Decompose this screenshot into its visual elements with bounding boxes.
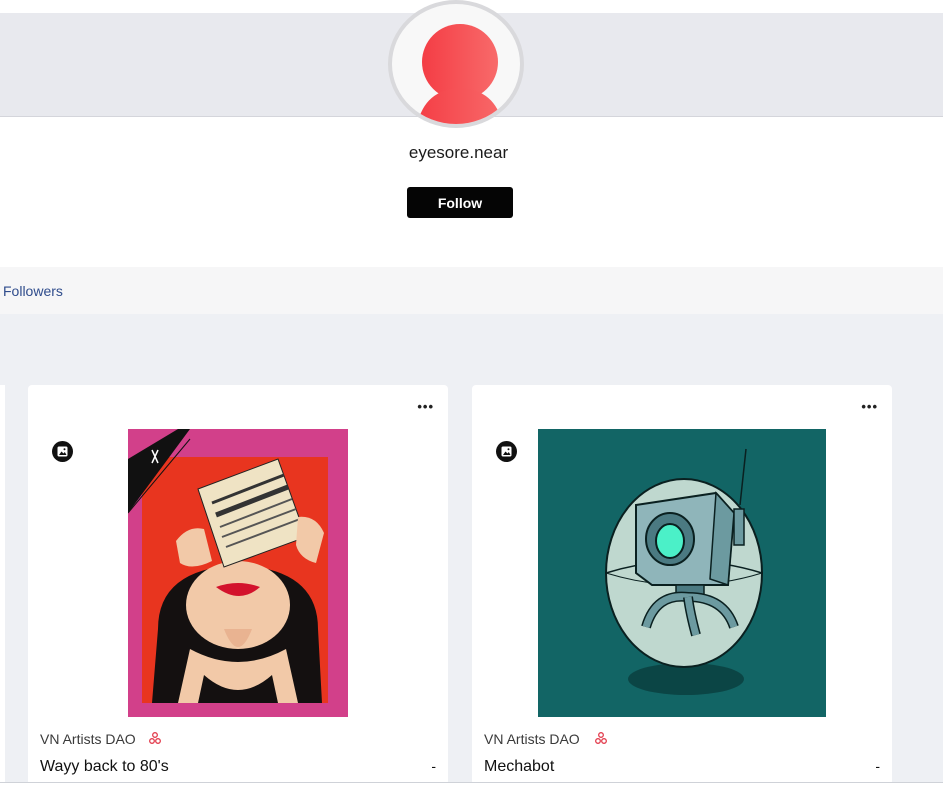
card-menu-button[interactable]: ••• xyxy=(861,399,878,414)
nft-title[interactable]: Wayy back to 80's xyxy=(40,758,169,776)
partial-card-edge xyxy=(0,385,5,785)
collection-name[interactable]: VN Artists DAO xyxy=(484,731,580,747)
nft-title[interactable]: Mechabot xyxy=(484,758,554,776)
verified-collection-icon xyxy=(595,732,607,744)
nft-card[interactable]: ••• VN Artists DAO Mechabot - xyxy=(472,385,892,785)
profile-username: eyesore.near xyxy=(408,143,509,162)
user-avatar-icon xyxy=(417,24,503,124)
nft-artwork-80s[interactable] xyxy=(128,429,348,717)
verified-collection-icon xyxy=(149,732,161,744)
image-icon xyxy=(52,441,73,462)
footer-strip xyxy=(0,783,943,797)
nft-artwork-mechabot[interactable] xyxy=(538,429,826,717)
image-icon xyxy=(496,441,517,462)
tab-followers[interactable]: Followers xyxy=(3,283,63,299)
nft-price: - xyxy=(875,758,880,774)
card-menu-button[interactable]: ••• xyxy=(417,399,434,414)
profile-avatar xyxy=(388,0,524,128)
follow-button[interactable]: Follow xyxy=(407,187,513,218)
profile-tabs: Followers xyxy=(0,267,943,314)
nft-card[interactable]: ••• VN Artists DAO Wayy back to 80's - xyxy=(28,385,448,785)
collection-name[interactable]: VN Artists DAO xyxy=(40,731,136,747)
nft-price: - xyxy=(431,758,436,774)
